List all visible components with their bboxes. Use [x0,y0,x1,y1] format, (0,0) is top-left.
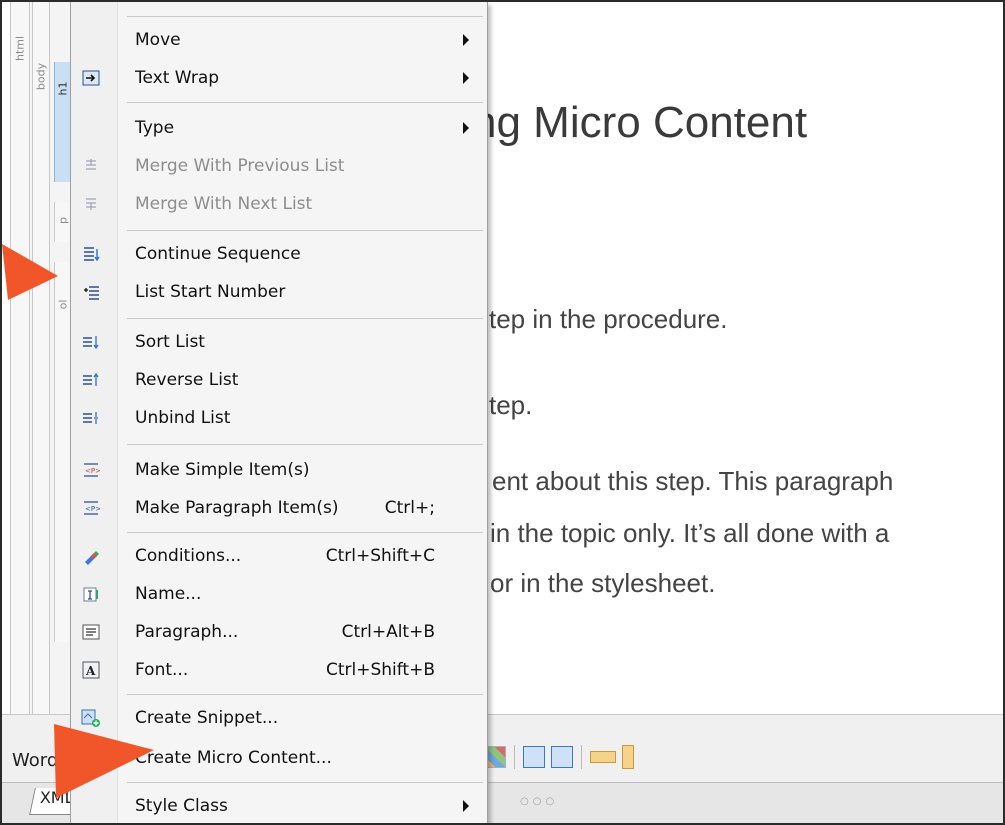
menu-item-label: Paragraph... [135,622,239,642]
submenu-arrow-icon [463,34,469,46]
structure-bar-html-label: html [13,35,27,62]
menu-separator [127,230,483,231]
menu-separator [127,532,483,533]
menu-item-paragraph[interactable]: Paragraph... Ctrl+Alt+B [71,614,489,650]
menu-item-label: List Start Number [135,282,286,302]
menu-separator [127,444,483,445]
menu-item-label: Conditions... [135,546,242,566]
horizontal-ruler-icon[interactable] [590,751,616,763]
tab-overflow-dots[interactable]: ○○○ [520,796,558,807]
paragraph-icon [81,622,101,642]
menu-item-label: Merge With Previous List [135,156,345,176]
step-note-line-3: or in the stylesheet. [490,568,716,598]
list-start-number-icon [81,282,101,302]
menu-item-label: Continue Sequence [135,244,301,264]
menu-item-type[interactable]: Type [71,110,489,146]
structure-bars: html body h1 p ol [10,2,72,714]
menu-separator [127,782,483,783]
toolbar-separator [514,745,515,769]
menu-item-move[interactable]: Move [71,22,489,58]
menu-item-label: Font... [135,660,189,680]
menu-item-label: Text Wrap [135,68,220,88]
menu-item-shortcut: Ctrl+Shift+C [325,546,435,566]
menu-item-label: Type [135,118,175,138]
conditions-icon [81,546,101,566]
structure-bar-toggle-icon[interactable] [523,746,545,768]
reverse-list-icon [81,370,101,390]
menu-item-reverse-list[interactable]: Reverse List [71,362,489,398]
view-toolbar [484,742,634,772]
application-window: html body h1 p ol ng Micro Content : ste… [0,0,1005,825]
callout-arrow-icon [2,244,58,300]
step-text-1: step in the procedure. [476,304,728,334]
menu-item-make-simple-items[interactable]: <P> Make Simple Item(s) [71,452,489,488]
continue-sequence-icon [81,244,101,264]
menu-item-text-wrap[interactable]: Text Wrap [71,60,489,96]
menu-item-label: Move [135,30,181,50]
structure-bar-body-label: body [34,62,48,91]
callout-arrow-icon [54,724,154,798]
font-icon: A [81,660,101,680]
tag-bar-toggle-icon[interactable] [551,746,573,768]
menu-separator [127,102,483,103]
unbind-list-icon [81,408,101,428]
menu-separator [127,16,483,17]
menu-separator [127,694,483,695]
menu-item-shortcut: Ctrl+Alt+B [341,622,435,642]
menu-separator [127,318,483,319]
submenu-arrow-icon [463,122,469,134]
structure-bar-h1-label: h1 [56,81,70,96]
make-simple-item-icon: <P> [81,460,101,480]
step-note-line-1: ent about this step. This paragraph [492,466,894,496]
toolbar-separator [581,745,582,769]
menu-item-sort-list[interactable]: Sort List [71,324,489,360]
menu-item-unbind-list[interactable]: Unbind List [71,400,489,436]
sort-list-icon [81,332,101,352]
menu-item-shortcut: Ctrl+Shift+B [325,660,435,680]
step-note-line-2: in the topic only. It’s all done with a [490,518,890,548]
make-paragraph-item-icon: <P> [81,498,101,518]
menu-item-name[interactable]: Name... [71,576,489,612]
topic-heading: ng Micro Content [472,98,808,147]
menu-item-font[interactable]: A Font... Ctrl+Shift+B [71,652,489,688]
merge-previous-icon [81,156,101,176]
svg-text:<P>: <P> [85,467,100,475]
menu-item-label: Name... [135,584,202,604]
menu-item-list-start-number[interactable]: List Start Number [71,274,489,310]
menu-item-label: Make Paragraph Item(s) [135,498,339,518]
name-icon [81,584,101,604]
menu-item-label: Make Simple Item(s) [135,460,310,480]
text-wrap-icon [81,68,101,88]
menu-item-conditions[interactable]: Conditions... Ctrl+Shift+C [71,538,489,574]
menu-item-label: Merge With Next List [135,194,313,214]
menu-item-label: Create Micro Content... [135,748,332,768]
menu-item-make-paragraph-items[interactable]: <P> Make Paragraph Item(s) Ctrl+; [71,490,489,526]
menu-item-continue-sequence[interactable]: Continue Sequence [71,236,489,272]
menu-item-shortcut: Ctrl+; [384,498,435,518]
svg-text:<P>: <P> [85,505,100,513]
structure-bar-p-label: p [56,217,70,224]
svg-text:A: A [85,664,96,678]
menu-item-merge-next: Merge With Next List [71,186,489,222]
menu-item-label: Unbind List [135,408,231,428]
merge-next-icon [81,194,101,214]
menu-item-label: Sort List [135,332,205,352]
submenu-arrow-icon [463,800,469,812]
menu-item-merge-previous: Merge With Previous List [71,148,489,184]
menu-item-label: Reverse List [135,370,239,390]
context-menu: Move Text Wrap Type Merge With Previous … [70,2,489,823]
vertical-ruler-icon[interactable] [622,745,634,769]
structure-bar-html[interactable]: html [10,2,30,714]
submenu-arrow-icon [463,72,469,84]
structure-bar-body[interactable]: body [32,2,50,714]
